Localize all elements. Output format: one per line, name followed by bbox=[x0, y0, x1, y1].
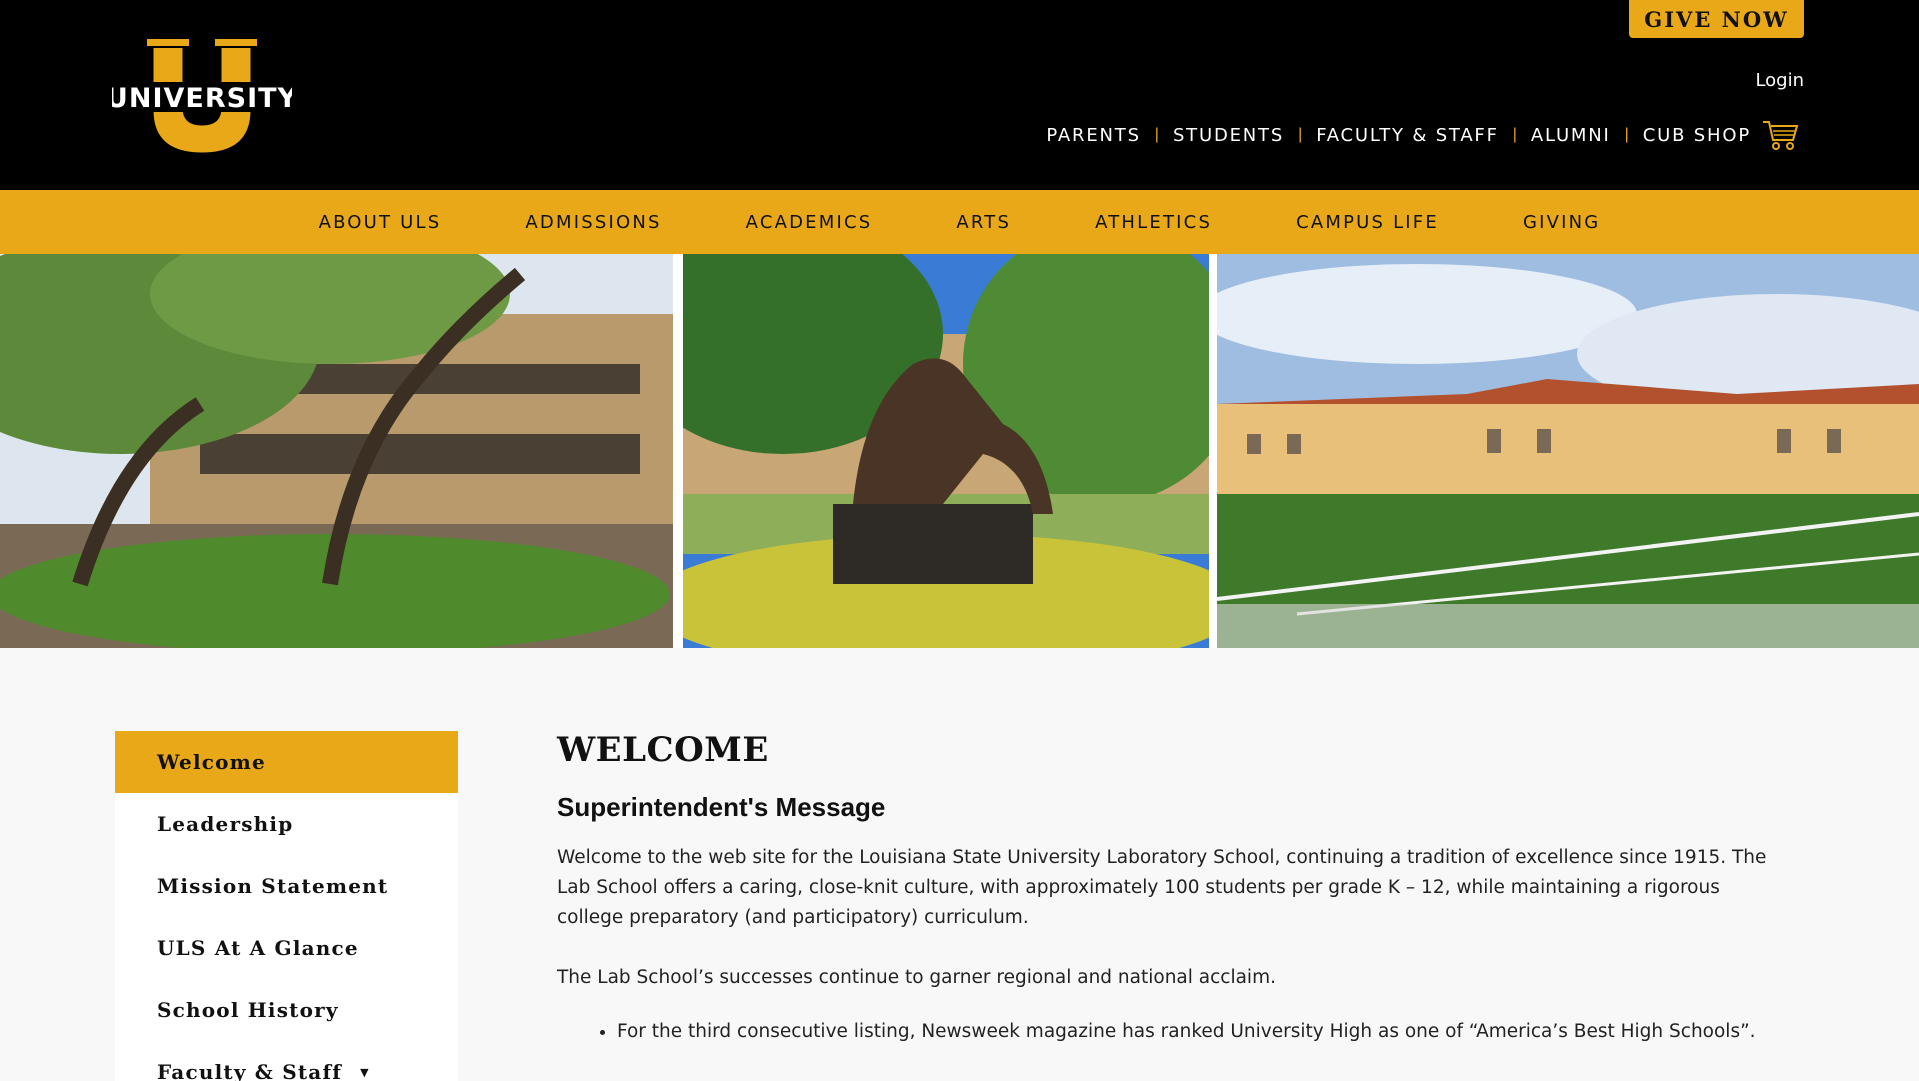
site-header: UNIVERSITY GIVE NOW Login PARENTS | STUD… bbox=[0, 0, 1919, 190]
main-content: WELCOME Superintendent's Message Welcome… bbox=[557, 730, 1767, 1047]
logo-wordmark: UNIVERSITY bbox=[112, 83, 292, 114]
nav-about-uls[interactable]: ABOUT ULS bbox=[277, 212, 484, 233]
nav-alumni[interactable]: ALUMNI bbox=[1531, 125, 1611, 146]
intro-paragraph: Welcome to the web site for the Louisian… bbox=[557, 847, 1767, 928]
hero-banner bbox=[0, 254, 1919, 648]
section-subtitle: Superintendent's Message bbox=[557, 792, 886, 822]
nav-separator: | bbox=[1512, 126, 1517, 143]
nav-separator: | bbox=[1154, 126, 1159, 143]
sidebar-item-faculty-staff[interactable]: Faculty & Staff ▼ bbox=[115, 1041, 458, 1081]
page-title: WELCOME bbox=[557, 730, 769, 770]
nav-parents[interactable]: PARENTS bbox=[1046, 125, 1140, 146]
athletic-field-photo bbox=[1217, 254, 1919, 648]
section-sidebar: Welcome Leadership Mission Statement ULS… bbox=[115, 731, 458, 1081]
sidebar-item-mission-statement[interactable]: Mission Statement bbox=[115, 855, 458, 917]
nav-campus-life[interactable]: CAMPUS LIFE bbox=[1254, 212, 1481, 233]
caret-down-icon[interactable]: ▼ bbox=[360, 1066, 370, 1079]
nav-separator: | bbox=[1624, 126, 1629, 143]
cart-icon[interactable] bbox=[1761, 118, 1799, 152]
sidebar-item-uls-at-a-glance[interactable]: ULS At A Glance bbox=[115, 917, 458, 979]
list-item: For the third consecutive listing, Newsw… bbox=[617, 1017, 1767, 1047]
sidebar-item-welcome[interactable]: Welcome bbox=[115, 731, 458, 793]
sidebar-item-label: Welcome bbox=[157, 750, 266, 774]
nav-giving[interactable]: GIVING bbox=[1481, 212, 1643, 233]
acclaim-paragraph: The Lab School’s successes continue to g… bbox=[557, 967, 1276, 988]
main-navigation: ABOUT ULS ADMISSIONS ACADEMICS ARTS ATHL… bbox=[0, 190, 1919, 254]
sidebar-item-school-history[interactable]: School History bbox=[115, 979, 458, 1041]
tiger-statue-photo bbox=[683, 254, 1209, 648]
nav-separator: | bbox=[1298, 126, 1303, 143]
nav-students[interactable]: STUDENTS bbox=[1173, 125, 1284, 146]
sidebar-item-label: Mission Statement bbox=[157, 874, 389, 898]
university-logo[interactable]: UNIVERSITY bbox=[106, 36, 297, 156]
achievements-list: For the third consecutive listing, Newsw… bbox=[557, 1017, 1767, 1047]
nav-cub-shop[interactable]: CUB SHOP bbox=[1643, 125, 1751, 146]
nav-admissions[interactable]: ADMISSIONS bbox=[483, 212, 703, 233]
sidebar-item-label: Leadership bbox=[157, 812, 294, 836]
nav-arts[interactable]: ARTS bbox=[914, 212, 1053, 233]
give-now-button[interactable]: GIVE NOW bbox=[1629, 0, 1804, 38]
nav-academics[interactable]: ACADEMICS bbox=[704, 212, 915, 233]
sidebar-item-label: Faculty & Staff bbox=[157, 1060, 343, 1081]
nav-athletics[interactable]: ATHLETICS bbox=[1053, 212, 1254, 233]
sidebar-item-leadership[interactable]: Leadership bbox=[115, 793, 458, 855]
campus-building-photo bbox=[0, 254, 673, 648]
nav-faculty-staff[interactable]: FACULTY & STAFF bbox=[1316, 125, 1499, 146]
login-link[interactable]: Login bbox=[1755, 70, 1804, 91]
sidebar-item-label: School History bbox=[157, 998, 339, 1022]
audience-nav: PARENTS | STUDENTS | FACULTY & STAFF | A… bbox=[1046, 118, 1799, 152]
sidebar-item-label: ULS At A Glance bbox=[157, 936, 359, 960]
